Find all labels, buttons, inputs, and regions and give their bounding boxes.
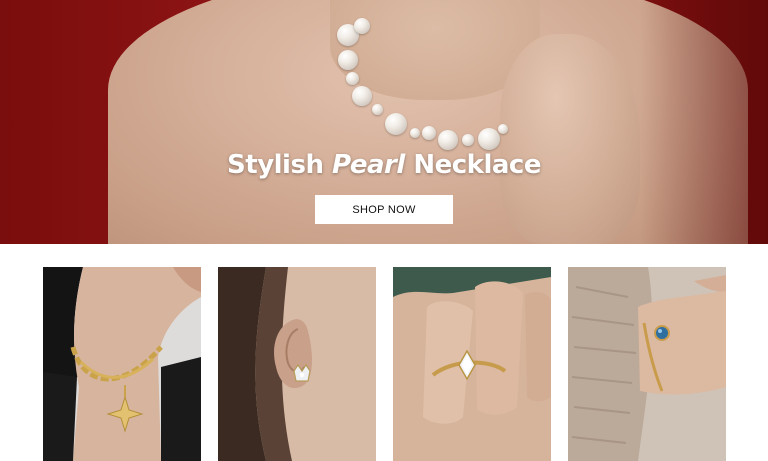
shop-now-button[interactable]: SHOP NOW (315, 195, 453, 224)
pearl (438, 130, 458, 150)
pearl (385, 113, 407, 135)
necklace-tile[interactable] (43, 267, 201, 461)
earring-model-image (218, 267, 376, 461)
hero-title-part2: Necklace (404, 150, 541, 180)
pearl (422, 126, 436, 140)
pearl (338, 50, 358, 70)
pearl (462, 134, 474, 146)
hero-model-hand (500, 34, 640, 244)
pearl (372, 104, 383, 115)
pearl (352, 86, 372, 106)
hero-title-italic: Pearl (332, 150, 405, 180)
pearl (478, 128, 500, 150)
ring-tile[interactable] (393, 267, 551, 461)
ring-model-image (393, 267, 551, 461)
hero-title-part1: Stylish (227, 150, 333, 180)
pearl (498, 124, 508, 134)
earring-tile[interactable] (218, 267, 376, 461)
necklace-model-image (43, 267, 201, 461)
bracelet-tile[interactable] (568, 267, 726, 461)
pearl (346, 72, 359, 85)
hero-shadow (640, 0, 768, 244)
pearl (354, 18, 370, 34)
bracelet-model-image (568, 267, 726, 461)
hero-title: Stylish Pearl Necklace (0, 150, 768, 180)
pearl (410, 128, 420, 138)
hero-banner: Stylish Pearl Necklace SHOP NOW (0, 0, 768, 244)
